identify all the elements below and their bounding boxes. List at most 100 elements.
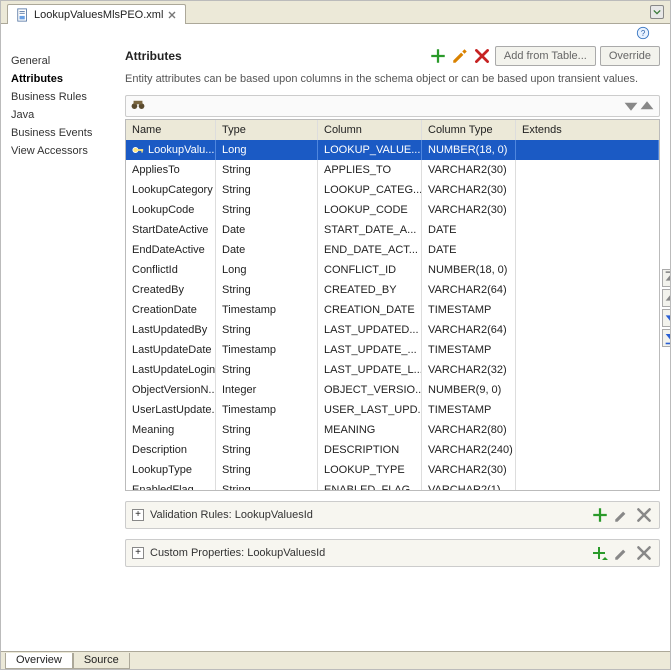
cell-column-type: DATE — [422, 240, 516, 260]
cell-type: String — [216, 480, 318, 490]
cell-column: END_DATE_ACT... — [318, 240, 422, 260]
custom-properties-section: + Custom Properties: LookupValuesId — [125, 539, 660, 567]
column-header-column-type[interactable]: Column Type — [422, 120, 516, 140]
edit-custom-button[interactable] — [613, 544, 631, 562]
cell-type: Timestamp — [216, 400, 318, 420]
editor-tab[interactable]: LookupValuesMlsPEO.xml — [7, 4, 186, 24]
cell-column-type: TIMESTAMP — [422, 340, 516, 360]
validation-rules-title: Validation Rules: LookupValuesId — [150, 509, 313, 521]
move-down-button[interactable] — [662, 309, 670, 327]
expand-custom-button[interactable]: + — [132, 547, 144, 559]
add-from-table-button[interactable]: Add from Table... — [495, 46, 596, 66]
sidenav-item-attributes[interactable]: Attributes — [7, 70, 115, 88]
column-header-name[interactable]: Name — [126, 120, 216, 140]
cell-name: StartDateActive — [126, 220, 216, 240]
cell-extends — [516, 460, 659, 480]
cell-extends — [516, 300, 659, 320]
close-tab-icon[interactable] — [167, 10, 177, 20]
move-up-button[interactable] — [662, 289, 670, 307]
cell-column-type: VARCHAR2(30) — [422, 200, 516, 220]
table-row[interactable]: EnabledFlagStringENABLED_FLAGVARCHAR2(1) — [126, 480, 659, 490]
table-row[interactable]: CreatedByStringCREATED_BYVARCHAR2(64) — [126, 280, 659, 300]
table-row[interactable]: LookupValu...LongLOOKUP_VALUE...NUMBER(1… — [126, 140, 659, 160]
table-row[interactable]: UserLastUpdate...TimestampUSER_LAST_UPD.… — [126, 400, 659, 420]
table-row[interactable]: LookupCategoryStringLOOKUP_CATEG...VARCH… — [126, 180, 659, 200]
cell-column: LOOKUP_CATEG... — [318, 180, 422, 200]
sidenav-item-java[interactable]: Java — [7, 106, 115, 124]
cell-name: LookupValu... — [126, 140, 216, 160]
table-row[interactable]: ConflictIdLongCONFLICT_IDNUMBER(18, 0) — [126, 260, 659, 280]
column-header-extends[interactable]: Extends — [516, 120, 659, 140]
cell-type: String — [216, 420, 318, 440]
help-icon[interactable]: ? — [636, 26, 650, 40]
cell-type: Date — [216, 240, 318, 260]
table-row[interactable]: LookupTypeStringLOOKUP_TYPEVARCHAR2(30) — [126, 460, 659, 480]
table-row[interactable]: DescriptionStringDESCRIPTIONVARCHAR2(240… — [126, 440, 659, 460]
cell-name: EnabledFlag — [126, 480, 216, 490]
cell-extends — [516, 340, 659, 360]
cell-column-type: VARCHAR2(64) — [422, 280, 516, 300]
cell-extends — [516, 380, 659, 400]
cell-type: String — [216, 160, 318, 180]
add-attribute-button[interactable] — [429, 47, 447, 65]
expand-validation-button[interactable]: + — [132, 509, 144, 521]
cell-column-type: TIMESTAMP — [422, 400, 516, 420]
cell-column: DESCRIPTION — [318, 440, 422, 460]
add-validation-button[interactable] — [591, 506, 609, 524]
cell-column: LAST_UPDATE_... — [318, 340, 422, 360]
cell-name: LastUpdatedBy — [126, 320, 216, 340]
cell-name: Description — [126, 440, 216, 460]
cell-column-type: TIMESTAMP — [422, 300, 516, 320]
cell-extends — [516, 280, 659, 300]
filter-up-button[interactable] — [639, 98, 655, 114]
move-bottom-button[interactable] — [662, 329, 670, 347]
footer-tab-source[interactable]: Source — [73, 653, 130, 669]
table-row[interactable]: AppliesToStringAPPLIES_TOVARCHAR2(30) — [126, 160, 659, 180]
cell-column-type: VARCHAR2(1) — [422, 480, 516, 490]
sidenav-item-general[interactable]: General — [7, 52, 115, 70]
binoculars-icon[interactable] — [130, 99, 146, 113]
add-custom-button[interactable] — [591, 544, 609, 562]
sidenav-item-business-events[interactable]: Business Events — [7, 124, 115, 142]
edit-attribute-button[interactable] — [451, 47, 469, 65]
footer-tab-overview[interactable]: Overview — [5, 653, 73, 669]
cell-name: ObjectVersionN... — [126, 380, 216, 400]
cell-type: String — [216, 360, 318, 380]
table-row[interactable]: LastUpdateLoginStringLAST_UPDATE_L...VAR… — [126, 360, 659, 380]
column-header-type[interactable]: Type — [216, 120, 318, 140]
cell-extends — [516, 240, 659, 260]
cell-column-type: NUMBER(18, 0) — [422, 260, 516, 280]
edit-validation-button[interactable] — [613, 506, 631, 524]
delete-attribute-button[interactable] — [473, 47, 491, 65]
cell-extends — [516, 220, 659, 240]
cell-column: CREATED_BY — [318, 280, 422, 300]
cell-extends — [516, 420, 659, 440]
sidenav-item-view-accessors[interactable]: View Accessors — [7, 142, 115, 160]
table-row[interactable]: CreationDateTimestampCREATION_DATETIMEST… — [126, 300, 659, 320]
cell-type: String — [216, 180, 318, 200]
cell-name: CreatedBy — [126, 280, 216, 300]
table-row[interactable]: LastUpdatedByStringLAST_UPDATED...VARCHA… — [126, 320, 659, 340]
table-row[interactable]: EndDateActiveDateEND_DATE_ACT...DATE — [126, 240, 659, 260]
table-row[interactable]: ObjectVersionN...IntegerOBJECT_VERSIO...… — [126, 380, 659, 400]
cell-type: String — [216, 460, 318, 480]
column-header-column[interactable]: Column — [318, 120, 422, 140]
toggle-panel-button[interactable] — [650, 5, 664, 19]
cell-name: LookupType — [126, 460, 216, 480]
cell-name: AppliesTo — [126, 160, 216, 180]
cell-column: LOOKUP_VALUE... — [318, 140, 422, 160]
move-top-button[interactable] — [662, 269, 670, 287]
delete-custom-button[interactable] — [635, 544, 653, 562]
custom-properties-title: Custom Properties: LookupValuesId — [150, 547, 325, 559]
sidenav-item-business-rules[interactable]: Business Rules — [7, 88, 115, 106]
cell-extends — [516, 140, 659, 160]
delete-validation-button[interactable] — [635, 506, 653, 524]
filter-down-button[interactable] — [623, 98, 639, 114]
cell-type: String — [216, 200, 318, 220]
table-row[interactable]: LastUpdateDateTimestampLAST_UPDATE_...TI… — [126, 340, 659, 360]
cell-column-type: DATE — [422, 220, 516, 240]
override-button[interactable]: Override — [600, 46, 660, 66]
table-row[interactable]: MeaningStringMEANINGVARCHAR2(80) — [126, 420, 659, 440]
table-row[interactable]: LookupCodeStringLOOKUP_CODEVARCHAR2(30) — [126, 200, 659, 220]
table-row[interactable]: StartDateActiveDateSTART_DATE_A...DATE — [126, 220, 659, 240]
